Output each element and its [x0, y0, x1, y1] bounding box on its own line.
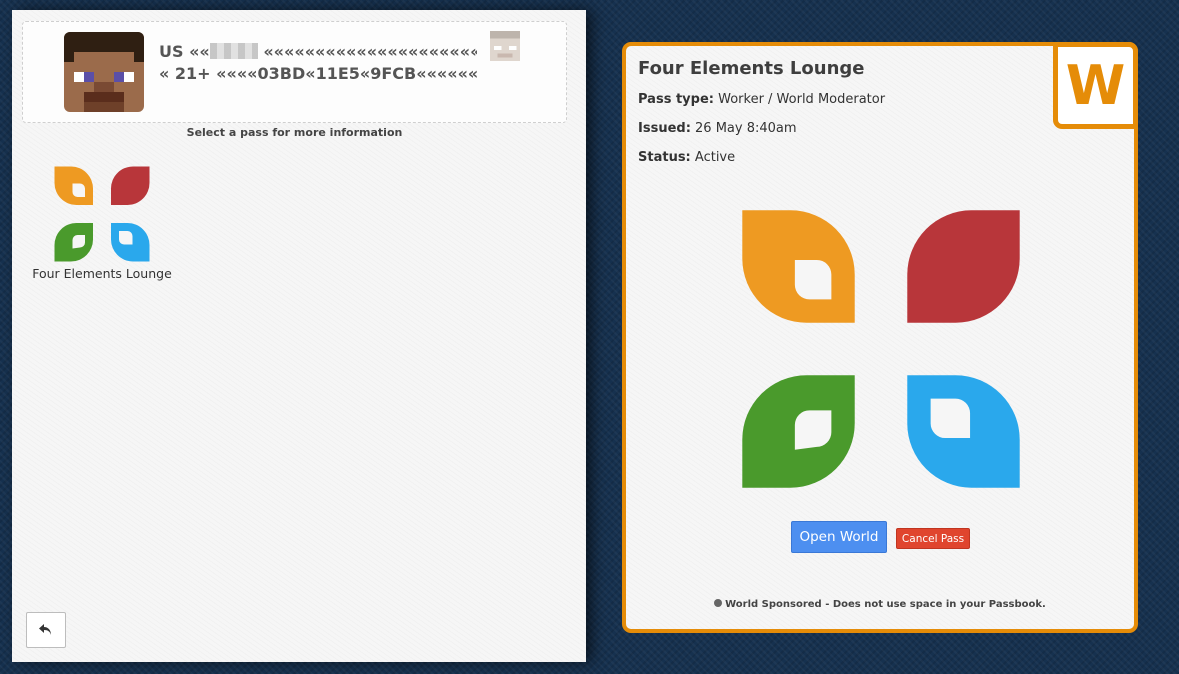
pass-type-label: Pass type:: [638, 92, 714, 107]
footer-note: World Sponsored - Does not use space in …: [626, 599, 1134, 610]
back-button[interactable]: [26, 612, 66, 648]
open-world-button[interactable]: Open World: [791, 521, 887, 553]
footer-note-text: World Sponsored - Does not use space in …: [725, 599, 1046, 610]
passport-card: US «« ««««««««««««««««««««« « 21+ ««««03…: [22, 21, 567, 123]
issued-row: Issued: 26 May 8:40am: [638, 121, 797, 136]
pass-title: Four Elements Lounge: [638, 58, 865, 79]
helper-text: Select a pass for more information: [186, 126, 403, 139]
pass-type-value: Worker / World Moderator: [718, 92, 886, 107]
status-label: Status:: [638, 150, 691, 165]
undo-arrow-icon: [39, 624, 51, 635]
status-row: Status: Active: [638, 150, 735, 165]
status-value: Active: [694, 150, 736, 165]
worker-badge: W: [1053, 42, 1138, 129]
mini-avatar-icon: [490, 31, 520, 61]
pass-detail-panel: Four Elements Lounge Pass type: Worker /…: [622, 42, 1138, 633]
pass-type-row: Pass type: Worker / World Moderator: [638, 92, 885, 107]
pass-list-panel: US «« ««««««««««««««««««««« « 21+ ««««03…: [12, 10, 586, 662]
globe-icon: [714, 599, 723, 607]
passport-line-1: US «« «««««««««««««««««««««: [159, 42, 477, 61]
redacted-text: [209, 43, 258, 59]
issued-value: 26 May 8:40am: [695, 121, 797, 136]
pass-item-four-elements-lounge[interactable]: Four Elements Lounge: [28, 164, 176, 289]
avatar-icon: [64, 32, 144, 112]
four-leaf-logo: [54, 166, 150, 262]
four-leaf-logo: [742, 210, 1020, 488]
passport-line-2: « 21+ ««««03BD«11E5«9FCB««««««: [159, 64, 477, 83]
issued-label: Issued:: [638, 121, 691, 136]
cancel-pass-button[interactable]: Cancel Pass: [896, 528, 970, 549]
pass-item-label: Four Elements Lounge: [32, 266, 172, 281]
